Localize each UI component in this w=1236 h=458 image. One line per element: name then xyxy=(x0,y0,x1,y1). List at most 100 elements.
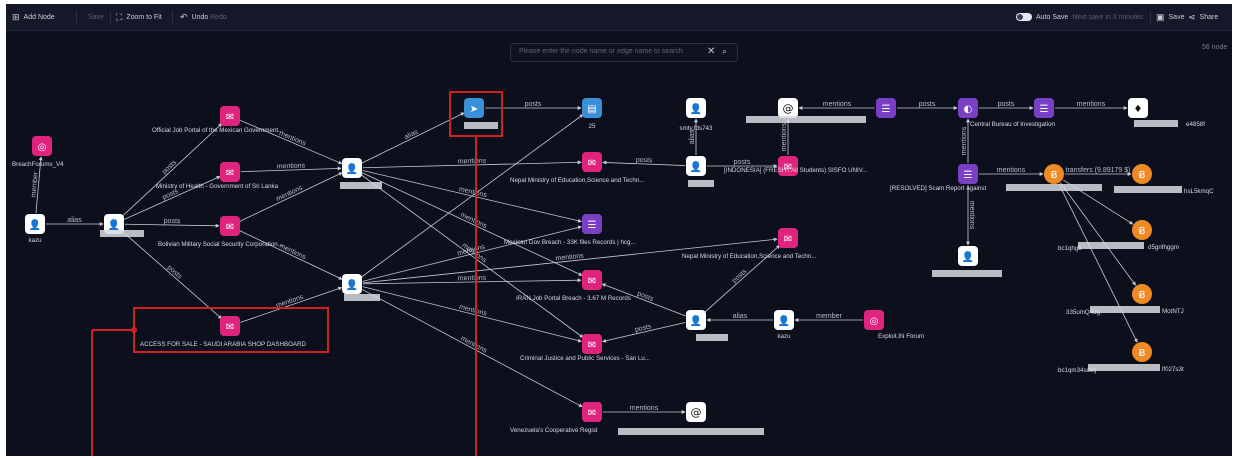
redacted-label xyxy=(1006,184,1102,191)
globe-icon: ◎ xyxy=(38,142,47,153)
node-n2[interactable]: 👤 kazu xyxy=(25,214,45,244)
edge-label: posts xyxy=(636,157,653,165)
node-n20[interactable]: 👤 xyxy=(686,156,706,176)
redacted-label xyxy=(1114,186,1182,193)
node-n8[interactable]: 👤 xyxy=(342,158,362,178)
user-icon: 👤 xyxy=(346,278,358,291)
node-n4[interactable]: ✉ Official Job Portal of the Mexican Gove… xyxy=(152,106,284,134)
edge-label: posts xyxy=(636,290,655,303)
redacted-label xyxy=(688,180,714,187)
node-label: Bolivian Military Social Security Corpor… xyxy=(158,241,283,248)
redacted-label xyxy=(344,294,380,301)
node-n31[interactable]: 👤 xyxy=(958,246,978,266)
user-icon: 👤 xyxy=(690,160,702,173)
node-n32[interactable]: Ƀ xyxy=(1044,164,1064,184)
redacted-label xyxy=(340,182,382,189)
edge-label: mentions xyxy=(277,163,306,171)
edge-label: alias xyxy=(733,313,748,320)
redacted-label xyxy=(1078,242,1144,249)
edge-label: mentions xyxy=(458,158,487,166)
redacted-label xyxy=(1134,120,1178,127)
document-icon: ✉ xyxy=(226,322,234,333)
document-icon: ✉ xyxy=(226,222,234,233)
node-n7[interactable]: ✉ ACCESS FOR SALE - SAUDI ARABIA SHOP DAS… xyxy=(140,316,306,348)
node-n17[interactable]: ✉ Venezuela's Cooperative Regist xyxy=(510,402,602,434)
edge-label: mentions xyxy=(781,122,788,151)
edge-n7-n9[interactable] xyxy=(240,286,343,323)
node-n33[interactable]: Ƀ xyxy=(1132,164,1152,184)
edge-label: mentions xyxy=(823,101,852,108)
node-n25[interactable]: @ xyxy=(778,98,798,118)
edge-label: mentions xyxy=(555,252,584,262)
node-n11[interactable]: ▤ 25 xyxy=(582,98,602,130)
globe-icon: ◎ xyxy=(870,316,879,327)
node-n23[interactable]: 👤 kazu xyxy=(774,310,794,340)
node-n12[interactable]: ✉ Nepal Ministry of Education,Science and… xyxy=(510,152,645,184)
email-icon: @ xyxy=(783,102,794,115)
edge-label: mentions xyxy=(458,304,488,318)
node-label-partial: d5gnfhggm xyxy=(1148,244,1179,251)
node-label: Criminal Justice and Public Services - S… xyxy=(520,355,650,362)
edge-label: member xyxy=(30,171,39,198)
edge-n6-n9[interactable] xyxy=(239,230,343,280)
document-icon: ✉ xyxy=(226,168,234,179)
graph-canvas[interactable]: member alias posts posts posts posts mentions m… xyxy=(6,4,1232,456)
document-icon: ✉ xyxy=(784,234,792,245)
node-n26[interactable]: ☰ xyxy=(876,98,896,118)
edge-label: mentions xyxy=(630,405,659,412)
edge-label: mentions xyxy=(275,184,304,203)
redacted-label xyxy=(932,270,1002,277)
user-icon: 👤 xyxy=(29,218,41,231)
redacted-label xyxy=(1088,364,1160,371)
node-n18[interactable]: @ xyxy=(686,402,706,422)
user-icon: 👤 xyxy=(690,102,702,115)
node-n22[interactable]: 👤 xyxy=(686,310,706,330)
edge-n32-n36[interactable] xyxy=(1058,183,1138,343)
node-n24[interactable]: ◎ Exploit.IN Forum xyxy=(864,310,924,340)
node-label: kazu xyxy=(28,237,42,244)
edge-label: mentions xyxy=(1077,101,1106,108)
edge-n6-n8[interactable] xyxy=(239,172,343,222)
edge-label: mentions xyxy=(997,167,1026,174)
node-n9[interactable]: 👤 xyxy=(342,274,362,294)
node-n30[interactable]: ☰ [RESOLVED] Scam Report against xyxy=(890,164,986,192)
redacted-label xyxy=(100,230,144,237)
node-label: Ministry of Health - Government of Sri L… xyxy=(156,183,279,190)
node-n29[interactable]: ♦ xyxy=(1128,98,1148,118)
node-n10[interactable]: ➤ xyxy=(464,98,484,118)
node-n19[interactable]: 👤 smty.fds743 xyxy=(680,98,713,132)
node-label: BreachForums_V4 xyxy=(12,161,64,168)
node-n28[interactable]: ☰ xyxy=(1034,98,1054,118)
node-label: Exploit.IN Forum xyxy=(878,333,924,340)
edge-label: member xyxy=(816,313,842,320)
node-label-partial: e4858f xyxy=(1186,121,1205,128)
edge-label: posts xyxy=(164,218,181,225)
list-icon: ☰ xyxy=(1040,104,1049,115)
node-label: ACCESS FOR SALE - SAUDI ARABIA SHOP DASH… xyxy=(140,341,306,348)
ethereum-icon: ♦ xyxy=(1134,104,1143,115)
node-n15[interactable]: ✉ IRAN Job Portal Breach - 3.67 M Records xyxy=(516,270,631,302)
redacted-label xyxy=(696,334,728,341)
document-icon: ✉ xyxy=(588,276,596,287)
document-icon: ✉ xyxy=(588,408,596,419)
redacted-label xyxy=(1090,306,1160,313)
edge-n32-n35[interactable] xyxy=(1060,182,1136,286)
node-n14[interactable]: ✉ Nepal Ministry of Education,Science and… xyxy=(682,228,817,260)
redacted-label xyxy=(464,122,498,129)
graph-app: ⊞ Add Node Save ⛶ Zoom to Fit ↶ Undo Redo A… xyxy=(6,4,1232,456)
node-n1[interactable]: ◎ BreachForums_V4 xyxy=(12,136,64,168)
edge-n8-n10[interactable] xyxy=(361,112,465,164)
edge-label: mentions xyxy=(458,275,487,282)
bitcoin-icon: Ƀ xyxy=(1139,170,1146,181)
edge-label: mentions xyxy=(459,212,488,231)
list-icon: ☰ xyxy=(882,104,891,115)
message-icon: ▤ xyxy=(587,104,596,115)
edge-label: posts xyxy=(919,101,936,108)
edge-label: mentions xyxy=(961,126,968,155)
edge-n3-n4[interactable] xyxy=(121,123,223,217)
node-label: [RESOLVED] Scam Report against xyxy=(890,185,986,192)
node-label: IRAN Job Portal Breach - 3.67 M Records xyxy=(516,295,631,302)
node-n16[interactable]: ✉ Criminal Justice and Public Services - … xyxy=(520,334,650,362)
node-label-partial: lf027s3t xyxy=(1162,366,1184,373)
node-label: Mexican Gov Breach - 33K files Records |… xyxy=(504,239,636,246)
